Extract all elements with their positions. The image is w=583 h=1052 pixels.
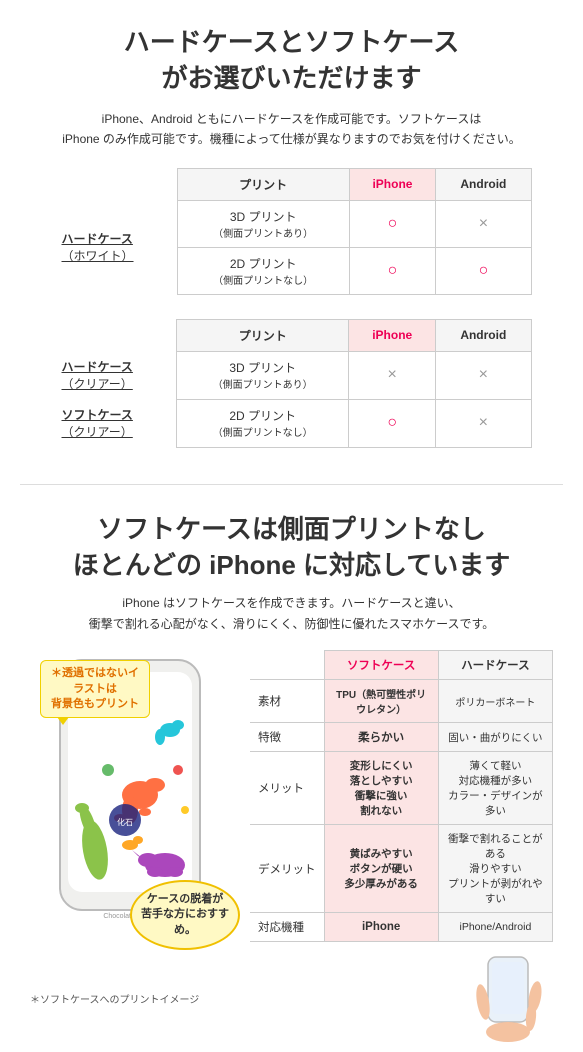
print-2d-white: 2D プリント（側面プリントなし） bbox=[177, 247, 349, 294]
label-demerit: デメリット bbox=[250, 825, 324, 913]
compare-row-demerit: デメリット 黄ばみやすいボタンが硬い多少厚みがある 衝撃で割れることがある滑りや… bbox=[250, 825, 553, 913]
2d-white-android: ○ bbox=[436, 247, 531, 294]
2d-clear-android: × bbox=[436, 399, 531, 447]
label-models: 対応機種 bbox=[250, 913, 324, 942]
3d-clear-iphone: × bbox=[349, 351, 436, 399]
hard-feature: 固い・曲がりにくい bbox=[438, 723, 552, 752]
empty-header-2 bbox=[52, 319, 177, 351]
compare-table: ソフトケース ハードケース 素材 TPU（熱可塑性ポリウレタン） ポリカーボネー… bbox=[250, 650, 553, 942]
print-2d-clear: 2D プリント（側面プリントなし） bbox=[177, 399, 349, 447]
compare-row-models: 対応機種 iPhone iPhone/Android bbox=[250, 913, 553, 942]
col-soft-header: ソフトケース bbox=[324, 651, 438, 680]
3d-white-iphone: ○ bbox=[349, 200, 436, 247]
col-iphone-header-2: iPhone bbox=[349, 319, 436, 351]
section2-title: ソフトケースは側面プリントなしほとんどの iPhone に対応しています bbox=[20, 511, 563, 584]
table-row: ハードケース（クリアー） ソフトケース（クリアー） 3D プリント（側面プリント… bbox=[52, 351, 532, 399]
soft-demerit: 黄ばみやすいボタンが硬い多少厚みがある bbox=[324, 825, 438, 913]
col-android-header-1: Android bbox=[436, 168, 531, 200]
compare-header-row: ソフトケース ハードケース bbox=[250, 651, 553, 680]
case-table-1: プリント iPhone Android ハードケース（ホワイト） 3D プリント… bbox=[52, 168, 532, 295]
bubble-note: ＊透過ではないイラストは背景色もプリント bbox=[40, 660, 150, 718]
soft-feature: 柔らかい bbox=[324, 723, 438, 752]
soft-material: TPU（熱可塑性ポリウレタン） bbox=[324, 680, 438, 723]
col-print-header: プリント bbox=[177, 168, 349, 200]
2d-white-iphone: ○ bbox=[349, 247, 436, 294]
3d-white-android: × bbox=[436, 200, 531, 247]
section2-subtitle: iPhone はソフトケースを作成できます。ハードケースと違い、衝撃で割れる心配… bbox=[20, 593, 563, 634]
section1-title: ハードケースとソフトケースがお選びいただけます bbox=[20, 24, 563, 97]
svg-text:化石: 化石 bbox=[117, 817, 133, 827]
compare-table-area: ソフトケース ハードケース 素材 TPU（熱可塑性ポリウレタン） ポリカーボネー… bbox=[250, 650, 553, 1042]
soft-models: iPhone bbox=[324, 913, 438, 942]
label-feature: 特徴 bbox=[250, 723, 324, 752]
compare-empty-header bbox=[250, 651, 324, 680]
compare-row-merit: メリット 変形しにくい落としやすい衝撃に強い割れない 薄くて軽い対応機種が多いカ… bbox=[250, 752, 553, 825]
col-android-header-2: Android bbox=[436, 319, 531, 351]
case-table-2: プリント iPhone Android ハードケース（クリアー） ソフトケース（… bbox=[52, 319, 532, 448]
2d-clear-iphone: ○ bbox=[349, 399, 436, 447]
label-merit: メリット bbox=[250, 752, 324, 825]
empty-header bbox=[52, 168, 178, 200]
soft-bubble: ケースの脱着が苦手な方におすすめ。 bbox=[130, 880, 240, 950]
hard-clear-soft-clear-label: ハードケース（クリアー） ソフトケース（クリアー） bbox=[52, 351, 177, 447]
table1-area: プリント iPhone Android ハードケース（ホワイト） 3D プリント… bbox=[20, 168, 563, 295]
bottom-note: ＊ソフトケースへのプリントイメージ bbox=[30, 991, 240, 1006]
hard-demerit: 衝撃で割れることがある滑りやすいプリントが剥がれやすい bbox=[438, 825, 552, 913]
hand-phone-illustration bbox=[463, 952, 553, 1042]
hard-models: iPhone/Android bbox=[438, 913, 552, 942]
hard-white-label: ハードケース（ホワイト） bbox=[52, 200, 178, 294]
hard-merit: 薄くて軽い対応機種が多いカラー・デザインが多い bbox=[438, 752, 552, 825]
hard-material: ポリカーボネート bbox=[438, 680, 552, 723]
table2-area: プリント iPhone Android ハードケース（クリアー） ソフトケース（… bbox=[20, 319, 563, 448]
col-hard-header: ハードケース bbox=[438, 651, 552, 680]
3d-clear-android: × bbox=[436, 351, 531, 399]
soft-merit: 変形しにくい落としやすい衝撃に強い割れない bbox=[324, 752, 438, 825]
compare-row-feature: 特徴 柔らかい 固い・曲がりにくい bbox=[250, 723, 553, 752]
phone-img-wrapper: ＊透過ではないイラストは背景色もプリント bbox=[30, 650, 230, 930]
col-print-header-2: プリント bbox=[177, 319, 349, 351]
compare-row-material: 素材 TPU（熱可塑性ポリウレタン） ポリカーボネート bbox=[250, 680, 553, 723]
section1: ハードケースとソフトケースがお選びいただけます iPhone、Android と… bbox=[0, 0, 583, 474]
col-iphone-header-1: iPhone bbox=[349, 168, 436, 200]
print-3d-white: 3D プリント（側面プリントあり） bbox=[177, 200, 349, 247]
section-divider bbox=[20, 484, 563, 485]
section1-subtitle: iPhone、Android ともにハードケースを作成可能です。ソフトケースはi… bbox=[20, 109, 563, 150]
bottom-content: ＊透過ではないイラストは背景色もプリント bbox=[20, 650, 563, 1042]
phone-area: ＊透過ではないイラストは背景色もプリント bbox=[30, 650, 240, 1006]
table-row: ハードケース（ホワイト） 3D プリント（側面プリントあり） ○ × bbox=[52, 200, 532, 247]
print-3d-clear: 3D プリント（側面プリントあり） bbox=[177, 351, 349, 399]
label-material: 素材 bbox=[250, 680, 324, 723]
section2: ソフトケースは側面プリントなしほとんどの iPhone に対応しています iPh… bbox=[0, 495, 583, 1052]
